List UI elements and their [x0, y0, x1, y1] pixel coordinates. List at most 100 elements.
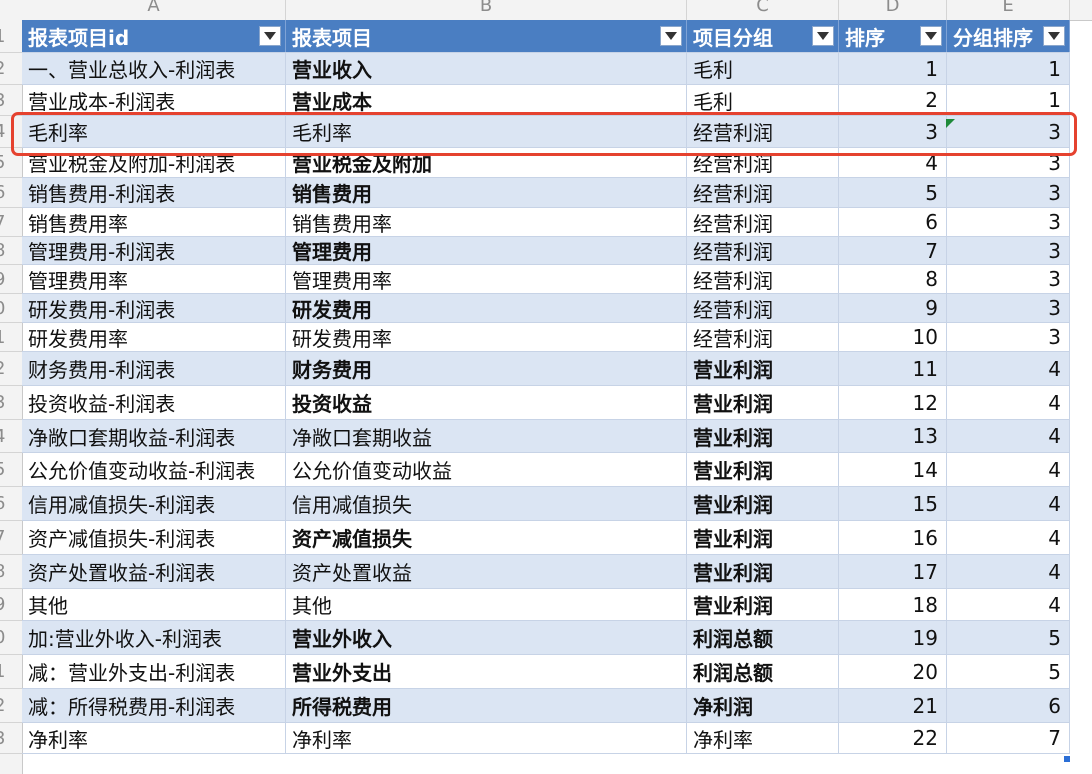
table-cell[interactable]: 3 [947, 178, 1070, 207]
table-cell[interactable]: 投资收益-利润表 [22, 386, 286, 419]
filter-dropdown-icon[interactable] [660, 26, 682, 46]
table-cell[interactable]: 所得税费用 [286, 689, 687, 722]
filter-dropdown-icon[interactable] [259, 26, 281, 46]
table-cell[interactable]: 4 [947, 352, 1070, 385]
table-cell[interactable]: 营业利润 [687, 453, 839, 486]
table-cell[interactable]: 3 [947, 265, 1070, 293]
table-cell[interactable]: 其他 [286, 589, 687, 620]
row-header[interactable]: 6 [0, 178, 22, 208]
table-cell[interactable]: 营业利润 [687, 555, 839, 588]
table-cell[interactable]: 信用减值损失-利润表 [22, 487, 286, 520]
row-header[interactable]: 7 [0, 521, 22, 555]
table-cell[interactable]: 营业利润 [687, 420, 839, 452]
table-cell[interactable]: 1 [947, 85, 1070, 115]
table-cell[interactable]: 经营利润 [687, 178, 839, 207]
row-header[interactable]: 2 [0, 352, 22, 386]
table-cell[interactable]: 3 [947, 294, 1070, 322]
table-cell[interactable]: 营业成本-利润表 [22, 85, 286, 115]
table-cell[interactable]: 4 [947, 453, 1070, 486]
table-cell[interactable]: 净利润 [687, 689, 839, 722]
table-cell[interactable]: 营业利润 [687, 352, 839, 385]
row-header[interactable]: 8 [0, 555, 22, 589]
table-cell[interactable]: 销售费用率 [286, 208, 687, 236]
table-cell[interactable]: 营业利润 [687, 386, 839, 419]
row-header[interactable]: 0 [0, 294, 22, 323]
column-header-e[interactable]: E [947, 0, 1070, 20]
table-cell[interactable]: 16 [839, 521, 947, 554]
table-cell[interactable]: 7 [947, 723, 1070, 753]
table-cell[interactable]: 财务费用-利润表 [22, 352, 286, 385]
table-cell[interactable]: 营业税金及附加 [286, 148, 687, 177]
header-cell[interactable]: 项目分组 [687, 20, 839, 52]
table-cell[interactable]: 17 [839, 555, 947, 588]
table-cell[interactable]: 营业利润 [687, 487, 839, 520]
table-cell[interactable]: 15 [839, 487, 947, 520]
table-cell[interactable]: 经营利润 [687, 116, 839, 147]
table-cell[interactable]: 其他 [22, 589, 286, 620]
table-cell[interactable]: 营业外支出 [286, 655, 687, 688]
table-cell[interactable]: 10 [839, 323, 947, 351]
row-header[interactable]: 1 [0, 323, 22, 352]
table-cell[interactable]: 6 [947, 689, 1070, 722]
row-header[interactable]: 4 [0, 116, 22, 148]
row-header[interactable]: 3 [0, 386, 22, 420]
row-header[interactable]: 9 [0, 589, 22, 621]
table-cell[interactable]: 21 [839, 689, 947, 722]
table-cell[interactable]: 研发费用率 [22, 323, 286, 351]
table-cell[interactable]: 经营利润 [687, 323, 839, 351]
table-cell[interactable]: 信用减值损失 [286, 487, 687, 520]
table-cell[interactable]: 营业外收入 [286, 621, 687, 654]
filter-dropdown-icon[interactable] [1043, 26, 1065, 46]
table-cell[interactable]: 净敞口套期收益 [286, 420, 687, 452]
table-cell[interactable]: 投资收益 [286, 386, 687, 419]
table-cell[interactable]: 一、营业总收入-利润表 [22, 53, 286, 84]
table-cell[interactable]: 7 [839, 237, 947, 264]
table-cell[interactable]: 经营利润 [687, 208, 839, 236]
table-cell[interactable]: 毛利率 [286, 116, 687, 147]
row-header[interactable]: 1 [0, 20, 22, 53]
header-cell[interactable]: 报表项目 [286, 20, 687, 52]
table-cell[interactable]: 资产减值损失 [286, 521, 687, 554]
table-cell[interactable]: 财务费用 [286, 352, 687, 385]
column-header-b[interactable]: B [286, 0, 687, 20]
row-header[interactable]: 3 [0, 723, 22, 754]
table-cell[interactable]: 4 [947, 487, 1070, 520]
table-cell[interactable]: 销售费用 [286, 178, 687, 207]
table-cell[interactable]: 营业税金及附加-利润表 [22, 148, 286, 177]
table-cell[interactable]: 11 [839, 352, 947, 385]
table-cell[interactable]: 资产减值损失-利润表 [22, 521, 286, 554]
column-header-a[interactable]: A [22, 0, 286, 20]
table-cell[interactable]: 22 [839, 723, 947, 753]
table-cell[interactable]: 销售费用率 [22, 208, 286, 236]
table-cell[interactable]: 减：营业外支出-利润表 [22, 655, 286, 688]
table-cell[interactable]: 3 [947, 208, 1070, 236]
table-cell[interactable]: 3 [947, 148, 1070, 177]
row-header[interactable]: 1 [0, 655, 22, 689]
table-cell[interactable]: 9 [839, 294, 947, 322]
table-cell[interactable]: 经营利润 [687, 237, 839, 264]
table-cell[interactable]: 研发费用率 [286, 323, 687, 351]
table-cell[interactable]: 营业利润 [687, 521, 839, 554]
table-cell[interactable]: 净利率 [687, 723, 839, 753]
table-cell[interactable]: 加:营业外收入-利润表 [22, 621, 286, 654]
row-header[interactable]: 2 [0, 53, 22, 85]
table-cell[interactable]: 5 [947, 621, 1070, 654]
table-cell[interactable]: 14 [839, 453, 947, 486]
table-cell[interactable]: 5 [839, 178, 947, 207]
table-cell[interactable]: 3 [947, 237, 1070, 264]
table-cell[interactable]: 12 [839, 386, 947, 419]
table-cell[interactable]: 经营利润 [687, 148, 839, 177]
table-cell[interactable]: 毛利率 [22, 116, 286, 147]
header-cell[interactable]: 排序 [839, 20, 947, 52]
table-cell[interactable]: 研发费用-利润表 [22, 294, 286, 322]
table-cell[interactable]: 4 [947, 420, 1070, 452]
header-cell[interactable]: 报表项目id [22, 20, 286, 52]
table-cell[interactable]: 3 [947, 116, 1070, 147]
table-cell[interactable]: 1 [839, 53, 947, 84]
fill-handle-icon[interactable] [1064, 756, 1070, 762]
row-header[interactable]: 3 [0, 85, 22, 116]
row-header[interactable]: 7 [0, 208, 22, 237]
table-cell[interactable]: 管理费用 [286, 237, 687, 264]
table-cell[interactable]: 3 [839, 116, 947, 147]
table-cell[interactable]: 4 [839, 148, 947, 177]
